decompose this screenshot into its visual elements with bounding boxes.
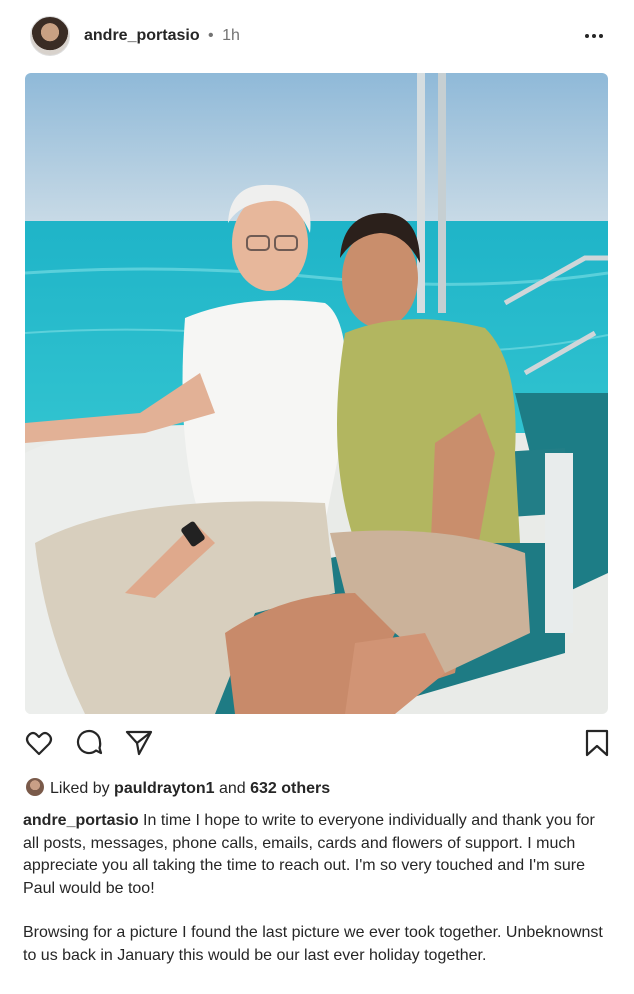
post-header: andre_portasio • 1h xyxy=(0,0,634,72)
liker-avatar xyxy=(26,777,44,796)
author-avatar[interactable] xyxy=(30,16,70,56)
like-heart-icon[interactable] xyxy=(24,728,54,758)
likes-prefix: Liked by xyxy=(50,780,110,797)
post-caption: andre_portasio In time I hope to write t… xyxy=(23,810,613,967)
caption-paragraph-1: andre_portasio In time I hope to write t… xyxy=(23,810,613,900)
author-username[interactable]: andre_portasio xyxy=(84,27,200,44)
post-photo[interactable] xyxy=(25,73,608,714)
save-bookmark-icon[interactable] xyxy=(582,728,612,758)
caption-username[interactable]: andre_portasio xyxy=(23,812,139,829)
time-separator: • xyxy=(208,27,214,44)
likes-conjunction: and xyxy=(218,780,246,797)
post-time[interactable]: 1h xyxy=(222,27,240,44)
action-bar xyxy=(0,728,634,762)
likes-others-link[interactable]: 632 others xyxy=(250,780,330,797)
more-options-icon[interactable] xyxy=(584,26,604,46)
likes-summary: Liked by pauldrayton1 and 632 others xyxy=(26,777,330,800)
author-row: andre_portasio • 1h xyxy=(84,26,240,46)
comment-icon[interactable] xyxy=(74,728,104,758)
liker-username[interactable]: pauldrayton1 xyxy=(114,780,214,797)
share-send-icon[interactable] xyxy=(124,728,154,758)
caption-paragraph-2: Browsing for a picture I found the last … xyxy=(23,924,603,964)
